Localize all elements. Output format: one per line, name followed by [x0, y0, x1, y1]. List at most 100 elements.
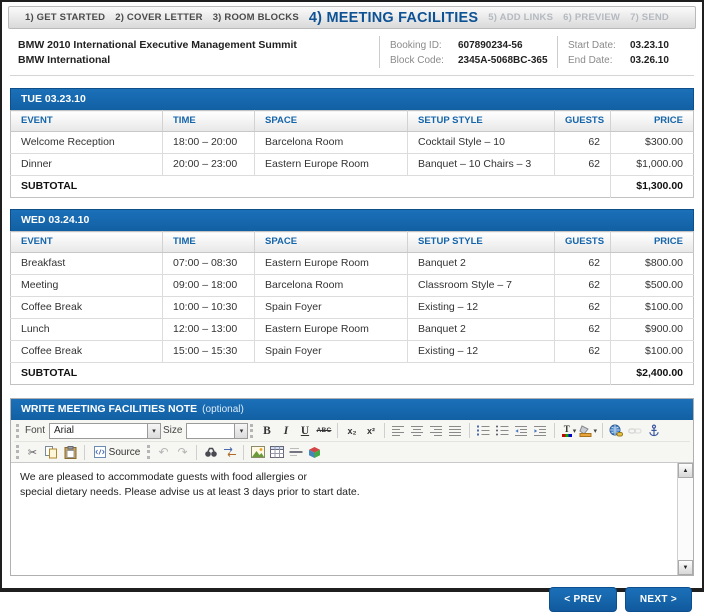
special-character-button[interactable] [305, 444, 324, 461]
paste-button[interactable] [61, 444, 80, 461]
align-left-button[interactable] [389, 422, 408, 439]
underline-button[interactable]: U [295, 422, 314, 439]
chevron-down-icon[interactable]: ▾ [234, 424, 247, 438]
table-cell: Spain Foyer [255, 341, 408, 363]
size-select[interactable]: ▾ [186, 423, 248, 439]
scroll-up-icon[interactable]: ▲ [678, 463, 693, 478]
day-table: WED 03.24.10EVENTTIMESPACESETUP STYLEGUE… [10, 209, 694, 385]
table-cell: Welcome Reception [11, 132, 163, 154]
booking-titles: BMW 2010 International Executive Managem… [10, 36, 379, 68]
special-character-icon [308, 446, 321, 459]
insert-table-button[interactable] [267, 444, 286, 461]
toolbar-drag-handle[interactable] [16, 424, 19, 438]
insert-link-button[interactable] [607, 422, 626, 439]
table-cell: Eastern Europe Room [255, 154, 408, 176]
copy-icon [45, 446, 58, 459]
align-right-icon [430, 425, 443, 436]
background-color-icon [579, 425, 592, 437]
toolbar-separator [84, 445, 85, 460]
remove-link-button[interactable] [626, 422, 645, 439]
align-center-button[interactable] [408, 422, 427, 439]
subscript-button[interactable]: x₂ [342, 422, 361, 439]
view-source-button[interactable]: Source [89, 444, 145, 461]
booking-company: BMW International [18, 53, 379, 68]
table-cell: Barcelona Room [255, 132, 408, 154]
horizontal-rule-button[interactable] [286, 444, 305, 461]
column-header: EVENT [11, 111, 163, 132]
editor-toolbar: Font Arial ▾ Size ▾ B I U ABC x₂ x² [11, 420, 693, 463]
column-header: GUESTS [555, 111, 611, 132]
increase-indent-button[interactable] [531, 422, 550, 439]
prev-button[interactable]: < PREV [549, 587, 617, 612]
strikethrough-button[interactable]: ABC [314, 422, 333, 439]
size-label: Size [163, 425, 182, 436]
nav-step-cover-letter[interactable]: 2) COVER LETTER [115, 12, 202, 23]
numbered-list-icon [477, 425, 490, 436]
toolbar-separator [196, 445, 197, 460]
align-justify-button[interactable] [446, 422, 465, 439]
toolbar-drag-handle[interactable] [147, 445, 150, 459]
column-header: GUESTS [555, 232, 611, 253]
redo-button[interactable]: ↷ [173, 444, 192, 461]
bold-button[interactable]: B [257, 422, 276, 439]
booking-dates-group: Start Date: 03.23.10 End Date: 03.26.10 [557, 36, 694, 68]
day-table-title: WED 03.24.10 [10, 209, 694, 231]
table-cell: Breakfast [11, 253, 163, 275]
italic-button[interactable]: I [276, 422, 295, 439]
align-right-button[interactable] [427, 422, 446, 439]
font-select[interactable]: Arial ▾ [49, 423, 161, 439]
cut-button[interactable]: ✂ [23, 444, 42, 461]
table-cell: $1,000.00 [611, 154, 694, 176]
undo-button[interactable]: ↶ [154, 444, 173, 461]
column-header: PRICE [611, 111, 694, 132]
chevron-down-icon[interactable]: ▾ [147, 424, 160, 438]
note-editor: We are pleased to accommodate guests wit… [11, 463, 693, 575]
table-cell: $100.00 [611, 297, 694, 319]
table-cell: $800.00 [611, 253, 694, 275]
decrease-indent-button[interactable] [512, 422, 531, 439]
nav-step-meeting-facilities[interactable]: 4) MEETING FACILITIES [309, 10, 478, 26]
table-row: Lunch12:00 – 13:00Eastern Europe RoomBan… [11, 319, 694, 341]
horizontal-rule-icon [289, 446, 303, 458]
table-cell: 12:00 – 13:00 [163, 319, 255, 341]
note-title: WRITE MEETING FACILITIES NOTE [21, 403, 197, 415]
bulleted-list-icon [496, 425, 509, 436]
bulleted-list-button[interactable] [493, 422, 512, 439]
subtotal-label: SUBTOTAL [11, 176, 611, 198]
copy-button[interactable] [42, 444, 61, 461]
scroll-down-icon[interactable]: ▼ [678, 560, 693, 575]
numbered-list-button[interactable] [474, 422, 493, 439]
background-color-button[interactable]: ▾ [578, 422, 598, 439]
insert-image-button[interactable] [248, 444, 267, 461]
anchor-button[interactable] [645, 422, 664, 439]
unlink-icon [628, 424, 642, 437]
table-cell: $500.00 [611, 275, 694, 297]
find-button[interactable] [201, 444, 220, 461]
subtotal-row: SUBTOTAL$2,400.00 [11, 363, 694, 385]
table-cell: Cocktail Style – 10 [408, 132, 555, 154]
table-cell: 62 [555, 319, 611, 341]
table-row: Breakfast07:00 – 08:30Eastern Europe Roo… [11, 253, 694, 275]
source-label: Source [109, 447, 141, 458]
nav-step-room-blocks[interactable]: 3) ROOM BLOCKS [213, 12, 299, 23]
table-cell: Barcelona Room [255, 275, 408, 297]
table-cell: $900.00 [611, 319, 694, 341]
editor-scrollbar[interactable]: ▲ ▼ [677, 463, 693, 575]
undo-icon: ↶ [158, 445, 168, 459]
replace-button[interactable] [220, 444, 239, 461]
column-header: EVENT [11, 232, 163, 253]
end-date-value: 03.26.10 [630, 53, 669, 68]
font-select-value: Arial [54, 425, 74, 436]
superscript-button[interactable]: x² [361, 422, 380, 439]
day-table: TUE 03.23.10EVENTTIMESPACESETUP STYLEGUE… [10, 88, 694, 198]
nav-step-get-started[interactable]: 1) GET STARTED [25, 12, 105, 23]
table-cell: 10:00 – 10:30 [163, 297, 255, 319]
toolbar-drag-handle[interactable] [250, 424, 253, 438]
note-text-area[interactable]: We are pleased to accommodate guests wit… [11, 463, 677, 575]
toolbar-drag-handle[interactable] [16, 445, 19, 459]
day-table-title: TUE 03.23.10 [10, 88, 694, 110]
text-color-button[interactable]: T ▾ [559, 422, 578, 439]
next-button[interactable]: NEXT > [625, 587, 692, 612]
start-date-value: 03.23.10 [630, 38, 669, 53]
table-cell: Meeting [11, 275, 163, 297]
